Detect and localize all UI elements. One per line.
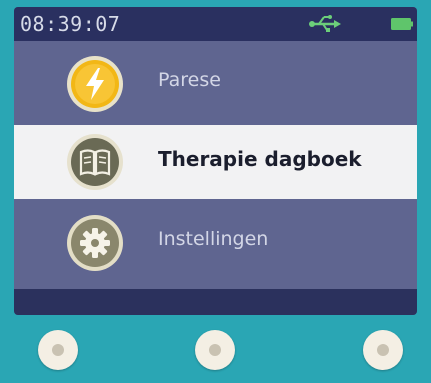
lightning-icon <box>67 56 123 112</box>
device-body: 08:39:07 Parese Therapie dagboek Instell… <box>0 0 431 383</box>
right-hardware-button[interactable] <box>363 330 403 370</box>
middle-hardware-button[interactable] <box>195 330 235 370</box>
usb-icon <box>309 15 341 32</box>
clock: 08:39:07 <box>20 12 121 36</box>
bottom-bar <box>14 289 417 315</box>
menu-item-label: Therapie dagboek <box>158 147 362 171</box>
menu-item-therapie-dagboek[interactable]: Therapie dagboek <box>14 125 417 199</box>
menu-item-label: Parese <box>158 69 221 91</box>
left-hardware-button[interactable] <box>38 330 78 370</box>
display-screen: 08:39:07 Parese Therapie dagboek Instell… <box>14 7 417 315</box>
gear-icon <box>67 215 123 271</box>
menu-item-parese[interactable]: Parese <box>14 47 417 121</box>
menu-item-label: Instellingen <box>158 228 269 250</box>
menu-item-instellingen[interactable]: Instellingen <box>14 206 417 280</box>
status-bar: 08:39:07 <box>14 7 417 41</box>
book-icon <box>67 134 123 190</box>
battery-icon <box>391 18 413 30</box>
